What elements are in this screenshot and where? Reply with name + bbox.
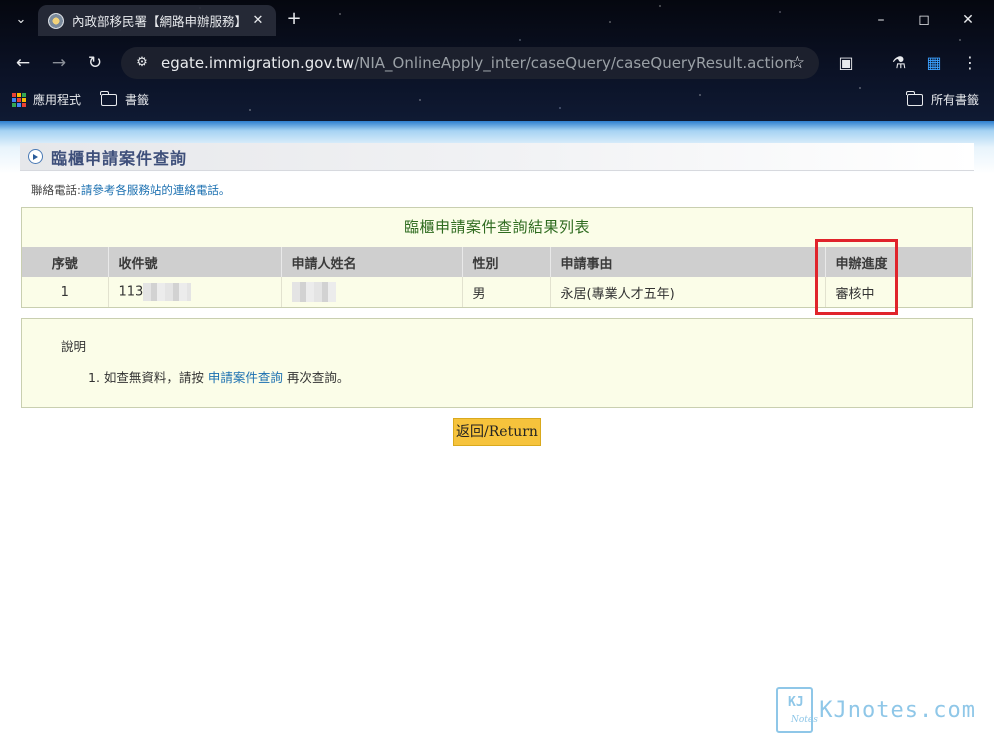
toolbar: ← → ↻ ⚙ egate.immigration.gov.tw/NIA_Onl… xyxy=(0,44,994,82)
bookmark-folder[interactable]: 書籤 xyxy=(100,90,150,108)
site-favicon-icon xyxy=(48,12,64,29)
folder-icon xyxy=(906,90,923,106)
folder-icon xyxy=(100,90,117,106)
bookmark-star-icon[interactable]: ☆ xyxy=(790,53,805,73)
window-close-icon[interactable]: ✕ xyxy=(957,9,979,31)
bookmark-folder-label: 書籤 xyxy=(125,93,150,107)
url-domain: egate.immigration.gov.tw xyxy=(161,54,355,72)
reload-icon[interactable]: ↻ xyxy=(83,51,107,75)
cell-receipt-no: 113 xyxy=(108,277,282,307)
watermark-text: KJnotes.com xyxy=(819,697,976,723)
cell-seq: 1 xyxy=(22,277,109,307)
contact-label: 聯絡電話: xyxy=(31,183,81,197)
tab-close-icon[interactable]: ✕ xyxy=(250,13,266,28)
note-item-prefix: 1. 如查無資料，請按 xyxy=(88,370,208,385)
header-receipt-no: 收件號 xyxy=(108,247,282,277)
site-info-tune-icon[interactable]: ⚙ xyxy=(133,54,151,72)
contact-link[interactable]: 請參考各服務站的連絡電話。 xyxy=(81,183,231,197)
extension-active-icon[interactable]: ▦ xyxy=(922,51,946,75)
note-item: 1. 如查無資料，請按 申請案件查詢 再次查詢。 xyxy=(88,367,349,386)
url-text[interactable]: egate.immigration.gov.tw/NIA_OnlineApply… xyxy=(161,54,793,72)
header-applicant-name: 申請人姓名 xyxy=(281,247,463,277)
redacted-blur xyxy=(143,283,192,301)
cell-gender: 男 xyxy=(462,277,551,307)
note-panel: 說明 1. 如查無資料，請按 申請案件查詢 再次查詢。 xyxy=(21,318,973,408)
note-item-suffix: 再次查詢。 xyxy=(282,370,350,385)
watermark-logo: KJ Notes xyxy=(776,687,818,733)
redacted-blur xyxy=(291,282,336,302)
watermark: KJ Notes KJnotes.com xyxy=(776,686,976,734)
section-header: 臨櫃申請案件查詢 xyxy=(20,143,974,171)
back-arrow-icon[interactable]: ← xyxy=(11,51,35,75)
cell-progress: 審核中 xyxy=(825,277,972,307)
case-query-link[interactable]: 申請案件查詢 xyxy=(208,370,283,385)
contact-line: 聯絡電話:請參考各服務站的連絡電話。 xyxy=(31,182,230,198)
receipt-no-visible: 113 xyxy=(118,284,144,300)
maximize-icon[interactable]: ◻ xyxy=(913,9,935,31)
all-bookmarks-label: 所有書籤 xyxy=(931,93,980,107)
tab-active[interactable]: 內政部移民署【網路申辦服務】 ✕ xyxy=(38,5,276,36)
menu-kebab-icon[interactable]: ⋮ xyxy=(958,51,982,75)
header-reason: 申請事由 xyxy=(550,247,826,277)
note-title: 說明 xyxy=(61,339,87,354)
header-progress: 申辦進度 xyxy=(825,247,972,277)
result-table: 序號 收件號 申請人姓名 性別 申請事由 申辦進度 1 113 男 永居(專業人… xyxy=(22,247,972,307)
watermark-logo-sub: Notes xyxy=(791,715,818,725)
new-tab-plus-icon[interactable]: + xyxy=(283,8,305,30)
url-path: /NIA_OnlineApply_inter/caseQuery/caseQue… xyxy=(354,54,794,72)
table-header-row: 序號 收件號 申請人姓名 性別 申請事由 申辦進度 xyxy=(22,247,972,277)
watermark-logo-text: KJ xyxy=(788,695,804,710)
minimize-icon[interactable]: – xyxy=(870,9,892,31)
address-bar[interactable]: ⚙ egate.immigration.gov.tw/NIA_OnlineApp… xyxy=(121,47,819,79)
result-caption: 臨櫃申請案件查詢結果列表 xyxy=(403,218,590,236)
tab-title: 內政部移民署【網路申辦服務】 xyxy=(72,14,244,29)
return-button[interactable]: 返回/Return xyxy=(453,418,541,446)
page-title: 臨櫃申請案件查詢 xyxy=(51,148,188,168)
page-content: 臨櫃申請案件查詢 聯絡電話:請參考各服務站的連絡電話。 臨櫃申請案件查詢結果列表… xyxy=(0,121,994,740)
all-bookmarks[interactable]: 所有書籤 xyxy=(906,90,980,108)
apps-grid-icon xyxy=(12,92,26,107)
browser-chrome: ⌄ 內政部移民署【網路申辦服務】 ✕ + – ◻ ✕ ← → ↻ ⚙ egate… xyxy=(0,0,994,121)
header-seq: 序號 xyxy=(22,247,109,277)
cell-applicant-name xyxy=(281,277,463,307)
circle-arrow-icon xyxy=(28,149,43,164)
extensions-puzzle-icon[interactable]: ▣ xyxy=(834,51,858,75)
cell-reason: 永居(專業人才五年) xyxy=(550,277,826,307)
tab-strip: ⌄ 內政部移民署【網路申辦服務】 ✕ + – ◻ ✕ xyxy=(0,0,994,40)
forward-arrow-icon[interactable]: → xyxy=(47,51,71,75)
bookmarks-bar: 應用程式 書籤 所有書籤 xyxy=(0,88,994,114)
bookmark-apps[interactable]: 應用程式 xyxy=(12,91,81,108)
bookmark-apps-label: 應用程式 xyxy=(33,93,82,107)
header-gender: 性別 xyxy=(462,247,551,277)
result-panel: 臨櫃申請案件查詢結果列表 序號 收件號 申請人姓名 性別 申請事由 申辦進度 1… xyxy=(21,207,973,315)
tab-search-chevron-icon[interactable]: ⌄ xyxy=(10,9,32,31)
table-row: 1 113 男 永居(專業人才五年) 審核中 xyxy=(22,277,972,307)
labs-flask-icon[interactable]: ⚗ xyxy=(887,51,911,75)
